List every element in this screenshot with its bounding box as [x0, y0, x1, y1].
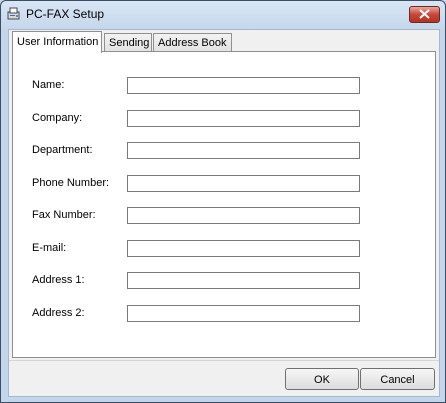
- ok-button[interactable]: OK: [285, 368, 359, 390]
- tab-user-information[interactable]: User Information: [12, 31, 102, 53]
- dialog-body: User Information Sending Address Book Na…: [8, 29, 440, 397]
- department-field[interactable]: [127, 142, 360, 159]
- company-field[interactable]: [127, 110, 360, 127]
- address-2-field[interactable]: [127, 305, 360, 322]
- tab-address-book[interactable]: Address Book: [153, 33, 232, 51]
- fax-number-field[interactable]: [127, 207, 360, 224]
- pc-fax-setup-window: PC-FAX Setup User Information Sending Ad…: [0, 0, 446, 403]
- fax-app-icon: [6, 6, 22, 22]
- phone-number-label: Phone Number:: [32, 177, 110, 189]
- email-label: E-mail:: [32, 242, 67, 254]
- address-2-label: Address 2:: [32, 307, 85, 319]
- address-1-label: Address 1:: [32, 274, 85, 286]
- close-icon: [419, 9, 430, 19]
- title-bar[interactable]: PC-FAX Setup: [1, 1, 445, 27]
- department-label: Department:: [32, 144, 93, 156]
- fax-number-label: Fax Number:: [32, 209, 96, 221]
- button-row-divider: [9, 360, 439, 361]
- tab-sending[interactable]: Sending: [104, 33, 152, 51]
- address-1-field[interactable]: [127, 272, 360, 289]
- phone-number-field[interactable]: [127, 175, 360, 192]
- name-label: Name:: [32, 79, 65, 91]
- name-field[interactable]: [127, 77, 360, 94]
- email-field[interactable]: [127, 240, 360, 257]
- user-information-panel: Name: Company: Department: Phone Number:…: [12, 51, 436, 358]
- window-title: PC-FAX Setup: [26, 7, 105, 21]
- cancel-button[interactable]: Cancel: [360, 368, 435, 390]
- company-label: Company:: [32, 112, 83, 124]
- close-button[interactable]: [409, 6, 440, 23]
